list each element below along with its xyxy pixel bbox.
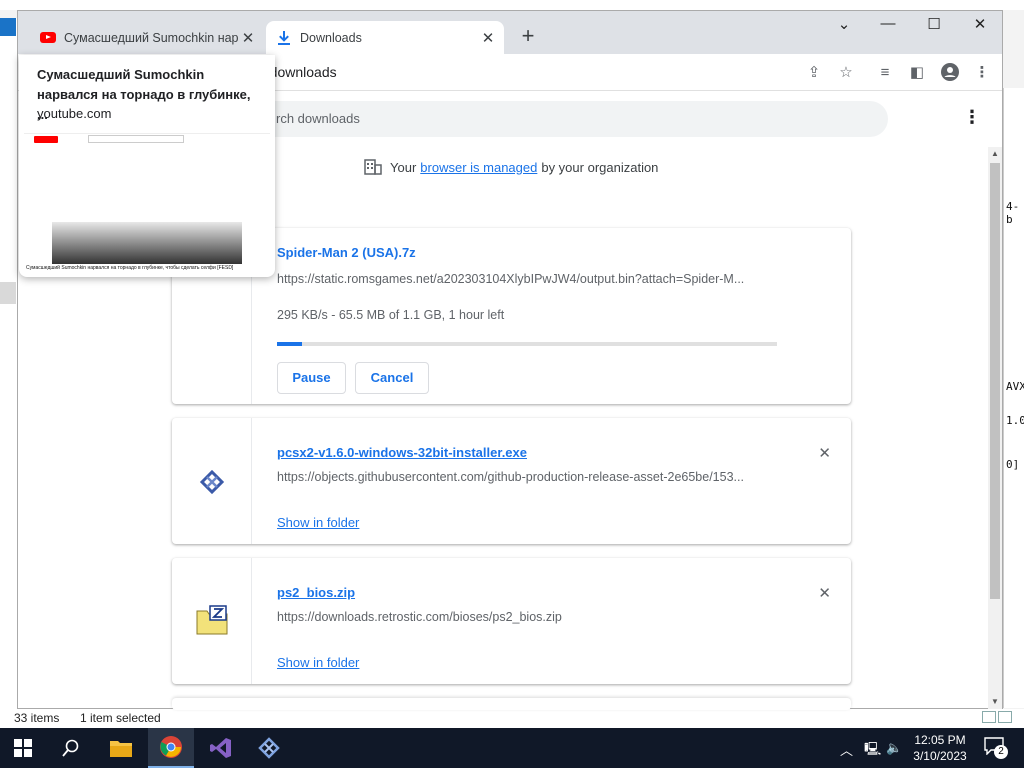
windows-logo-icon	[14, 739, 32, 757]
download-file-name[interactable]: ps2_bios.zip	[277, 585, 355, 600]
share-icon[interactable]: ⇪	[804, 63, 824, 83]
preview-video-player	[52, 222, 242, 264]
tab-strip: Сумасшедший Sumochkin нарвался на торнад…	[18, 11, 1002, 54]
search-icon	[62, 739, 79, 757]
preview-header	[24, 134, 270, 146]
tab-youtube[interactable]: Сумасшедший Sumochkin нарвался на торнад…	[30, 21, 264, 54]
managed-notice: Your browser is managed by your organiza…	[364, 159, 658, 175]
media-playlist-icon[interactable]: ≡	[875, 63, 895, 83]
tab-search-chevron-icon[interactable]: ⌄	[824, 15, 864, 33]
page-scrollbar[interactable]: ▲ ▼	[988, 147, 1002, 709]
pcsx2-taskbar-button[interactable]	[246, 728, 292, 768]
tiles-view-icon[interactable]	[998, 711, 1012, 723]
download-card-pcsx2: pcsx2-v1.6.0-windows-32bit-installer.exe…	[172, 418, 851, 544]
managed-link[interactable]: browser is managed	[420, 160, 537, 175]
downloads-more-icon[interactable]: ⋮	[962, 107, 982, 127]
explorer-titlebar	[0, 0, 1024, 10]
building-icon	[364, 159, 382, 175]
show-in-folder-link[interactable]: Show in folder	[277, 515, 359, 530]
notification-badge: 2	[994, 745, 1008, 759]
windows-taskbar: ︿ 🖳 🔈 12:05 PM 3/10/2023 2	[0, 728, 1024, 768]
managed-suffix: by your organization	[541, 159, 659, 175]
file-explorer-button[interactable]	[98, 728, 144, 768]
explorer-status-bar: 33 items 1 item selected	[0, 709, 1024, 728]
details-fragment: AVX	[1006, 380, 1024, 393]
search-placeholder: rch downloads	[276, 111, 360, 126]
pcsx2-app-icon	[199, 469, 225, 495]
details-fragment: 0]	[1006, 458, 1020, 471]
pcsx2-icon	[258, 737, 280, 759]
bookmark-star-icon[interactable]: ☆	[836, 63, 856, 83]
progress-fill	[277, 342, 302, 346]
status-selected-count: 1 item selected	[80, 711, 161, 725]
minimize-button[interactable]: —	[868, 15, 908, 32]
scroll-up-icon[interactable]: ▲	[988, 147, 1002, 161]
download-icon	[276, 30, 292, 46]
search-downloads-input[interactable]: rch downloads	[248, 101, 888, 137]
search-button[interactable]	[48, 728, 94, 768]
network-icon[interactable]: 🖳	[864, 740, 881, 762]
tab-title: Downloads	[300, 30, 362, 45]
visual-studio-icon	[210, 738, 231, 758]
hover-card-preview: Сумасшедший Sumochkin нарвался на торнад…	[24, 133, 270, 275]
scroll-down-icon[interactable]: ▼	[988, 695, 1002, 709]
preview-youtube-logo	[34, 136, 58, 143]
start-button[interactable]	[0, 728, 46, 768]
notification-center-button[interactable]: 2	[984, 737, 1008, 759]
cancel-button[interactable]: Cancel	[355, 362, 429, 394]
new-tab-button[interactable]: +	[516, 25, 540, 47]
download-progress-bar	[277, 342, 777, 346]
download-card-partial	[172, 698, 851, 710]
maximize-button[interactable]: ☐	[914, 15, 954, 33]
show-hidden-icons-chevron-icon[interactable]: ︿	[840, 740, 853, 759]
download-url: https://static.romsgames.net/a202303104X…	[277, 272, 745, 286]
volume-icon[interactable]: 🔈	[886, 740, 902, 756]
chrome-menu-icon[interactable]: ⋮	[972, 63, 992, 83]
visual-studio-button[interactable]	[198, 728, 244, 768]
side-panel-icon[interactable]: ◧	[907, 63, 927, 83]
close-tab-icon[interactable]: ✕	[238, 29, 258, 47]
zip-archive-icon	[196, 605, 228, 635]
explorer-details-pane: 4-b AVX 1.0 0]	[1003, 88, 1024, 708]
scrollbar-thumb[interactable]	[990, 163, 1000, 599]
explorer-nav-pane	[0, 18, 18, 718]
show-in-folder-link[interactable]: Show in folder	[277, 655, 359, 670]
chrome-taskbar-button[interactable]	[148, 728, 194, 768]
explorer-ribbon-tab[interactable]	[0, 18, 16, 36]
clock-date: 3/10/2023	[913, 749, 967, 763]
details-fragment: 4-b	[1006, 200, 1020, 226]
remove-download-icon[interactable]: ✕	[818, 444, 831, 462]
hover-card-domain: youtube.com	[37, 106, 112, 121]
tab-downloads[interactable]: Downloads ✕	[266, 21, 504, 54]
preview-search-box	[88, 135, 184, 143]
chrome-icon	[160, 736, 182, 758]
tab-title: Сумасшедший Sumochkin нарвался на торнад…	[64, 30, 238, 45]
close-window-button[interactable]: ✕	[960, 15, 1000, 33]
details-fragment: 1.0	[1006, 414, 1024, 427]
youtube-icon	[40, 30, 56, 46]
file-icon-column	[172, 558, 252, 684]
download-file-name[interactable]: Spider-Man 2 (USA).7z	[277, 245, 416, 260]
download-file-name[interactable]: pcsx2-v1.6.0-windows-32bit-installer.exe	[277, 445, 527, 460]
download-url: https://downloads.retrostic.com/bioses/p…	[277, 610, 562, 624]
folder-icon	[110, 741, 132, 757]
view-toggle[interactable]	[980, 711, 1014, 725]
system-clock[interactable]: 12:05 PM 3/10/2023	[906, 732, 974, 764]
remove-download-icon[interactable]: ✕	[818, 584, 831, 602]
managed-prefix: Your	[390, 159, 417, 175]
profile-avatar-icon[interactable]	[940, 63, 960, 83]
explorer-nav-item[interactable]	[0, 282, 16, 304]
download-progress-text: 295 KB/s - 65.5 MB of 1.1 GB, 1 hour lef…	[277, 308, 505, 322]
clock-time: 12:05 PM	[914, 733, 966, 747]
download-url: https://objects.githubusercontent.com/gi…	[277, 470, 744, 484]
status-item-count: 33 items	[14, 711, 60, 725]
pause-button[interactable]: Pause	[277, 362, 346, 394]
file-icon-column	[172, 418, 252, 544]
tab-hover-card: Сумасшедший Sumochkin нарвался на торнад…	[19, 55, 275, 277]
close-tab-icon[interactable]: ✕	[478, 29, 498, 47]
download-card-ps2bios: ps2_bios.zip https://downloads.retrostic…	[172, 558, 851, 684]
details-view-icon[interactable]	[982, 711, 996, 723]
preview-caption: Сумасшедший Sumochkin нарвался на торнад…	[26, 265, 234, 271]
